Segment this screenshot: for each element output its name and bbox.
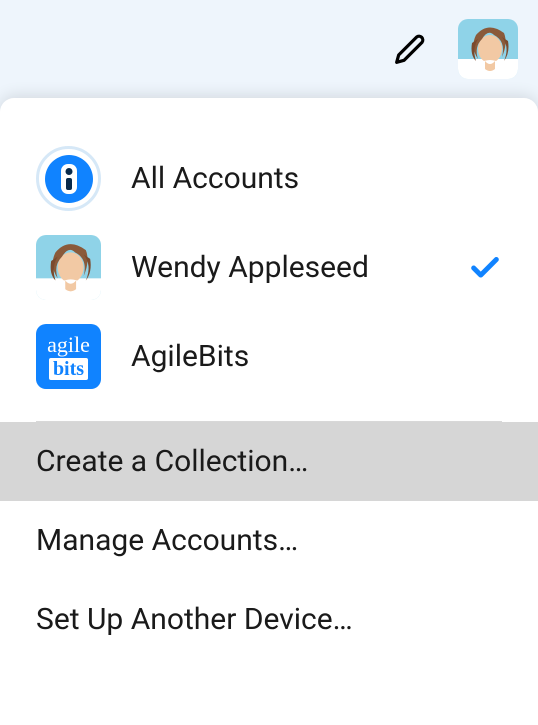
menu-setup-device[interactable]: Set Up Another Device… (0, 580, 538, 659)
menu-create-collection[interactable]: Create a Collection… (0, 422, 538, 501)
account-label: All Accounts (131, 161, 502, 196)
account-menu-panel: All Accounts Wendy Appleseed agile bits … (0, 98, 538, 725)
account-label: AgileBits (131, 339, 502, 374)
account-row-agilebits[interactable]: agile bits AgileBits (0, 312, 538, 401)
pencil-icon (394, 33, 426, 65)
account-row-all[interactable]: All Accounts (0, 134, 538, 223)
avatar-wendy-icon (458, 19, 518, 79)
profile-avatar[interactable] (458, 19, 518, 79)
avatar-wendy-icon (36, 235, 101, 300)
checkmark-icon (468, 251, 502, 285)
account-label: Wendy Appleseed (131, 250, 438, 285)
menu-manage-accounts[interactable]: Manage Accounts… (0, 501, 538, 580)
account-row-wendy[interactable]: Wendy Appleseed (0, 223, 538, 312)
agilebits-icon: agile bits (36, 324, 101, 389)
edit-button[interactable] (390, 29, 430, 69)
topbar (0, 0, 538, 98)
onepassword-icon (36, 146, 101, 211)
